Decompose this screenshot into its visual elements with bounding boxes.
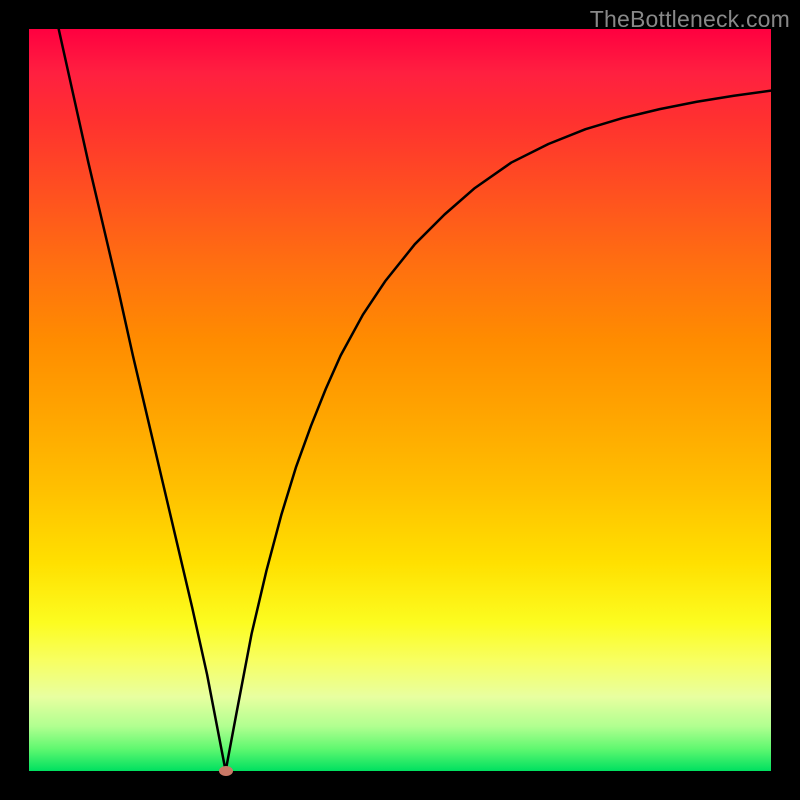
minimum-marker: [219, 766, 233, 776]
watermark: TheBottleneck.com: [590, 6, 790, 33]
chart-curve: [29, 29, 771, 771]
chart-frame: TheBottleneck.com: [0, 0, 800, 800]
